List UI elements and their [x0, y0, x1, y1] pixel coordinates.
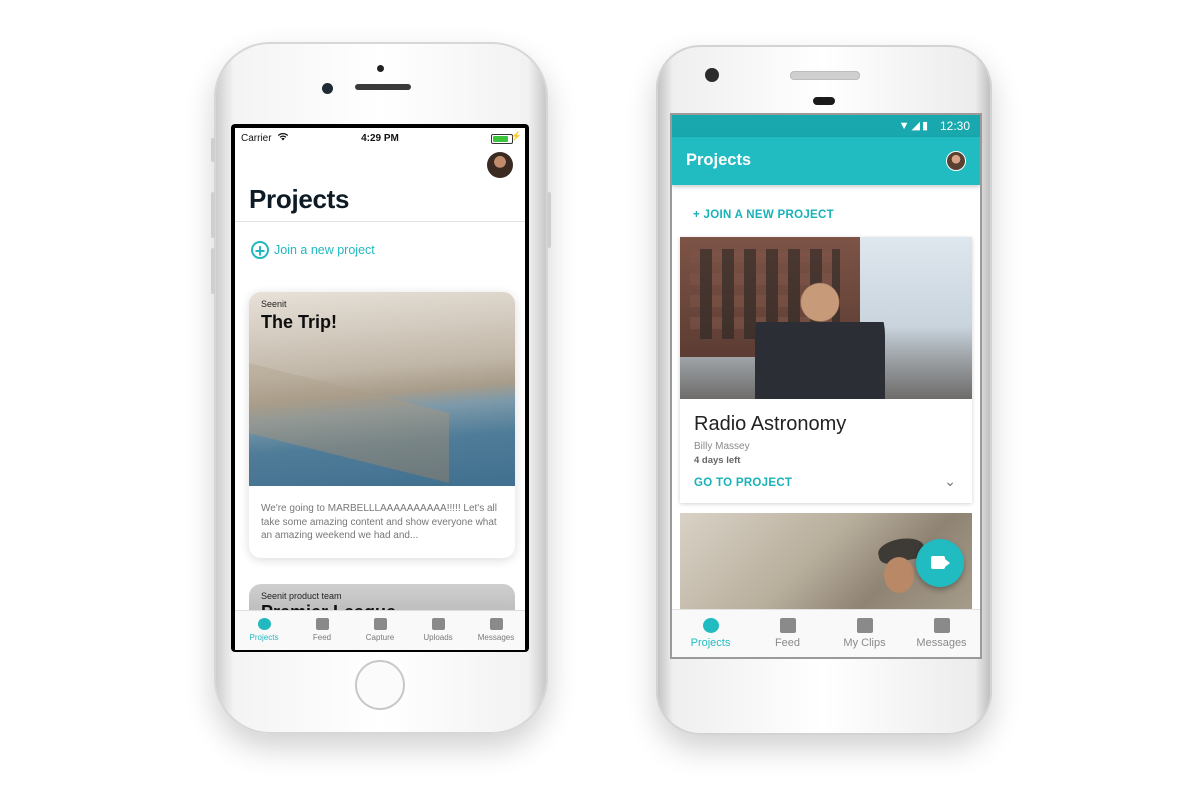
tab-label: Feed [774, 637, 801, 649]
proximity-sensor [377, 65, 384, 72]
iphone-device: Carrier 4:29 PM ⚡ Projects + Join a new … [211, 42, 551, 734]
join-project-label: Join a new project [274, 243, 375, 257]
power-button [547, 192, 551, 248]
volume-up-button [211, 192, 215, 238]
front-camera [322, 83, 333, 94]
clips-icon [856, 618, 873, 633]
go-to-project-button[interactable]: GO TO PROJECT [694, 477, 792, 489]
ios-status-bar: Carrier 4:29 PM ⚡ [235, 128, 525, 148]
battery-level [493, 136, 508, 142]
android-screen: ▼◢▮ 12:30 Projects + JOIN A NEW PROJECT … [670, 113, 982, 659]
seenit-logo-icon [702, 618, 719, 633]
plus-circle-icon: + [251, 241, 269, 260]
video-camera-icon [373, 618, 387, 630]
chevron-down-icon[interactable]: ⌄ [944, 473, 956, 490]
tab-label: My Clips [843, 637, 886, 649]
tab-label: Capture [365, 633, 395, 642]
seenit-logo-icon [257, 618, 271, 630]
tab-feed[interactable]: Feed [749, 610, 826, 657]
charging-icon: ⚡ [510, 131, 522, 141]
home-button[interactable] [355, 660, 405, 710]
video-camera-icon [931, 556, 950, 569]
project-company: Seenit [261, 299, 287, 309]
mute-switch [211, 138, 215, 162]
project-title: The Trip! [261, 312, 337, 332]
tab-label: Messages [916, 637, 967, 649]
tab-capture[interactable]: Capture [351, 611, 409, 650]
project-title: Radio Astronomy [694, 413, 847, 435]
tab-projects[interactable]: Projects [235, 611, 293, 650]
face-shape [884, 557, 914, 593]
tab-label: Uploads [423, 633, 453, 642]
battery-icon [491, 134, 513, 144]
tab-projects[interactable]: Projects [672, 610, 749, 657]
tab-label: Projects [690, 637, 731, 649]
project-card[interactable]: Seenit The Trip! We're going to MARBELLL… [249, 292, 515, 558]
volume-down-button [211, 248, 215, 294]
tab-label: Projects [249, 633, 279, 642]
tab-uploads[interactable]: Uploads [409, 611, 467, 650]
front-camera [705, 68, 719, 82]
status-time: 12:30 [939, 119, 970, 133]
upload-icon [431, 618, 445, 630]
feed-icon [779, 618, 796, 633]
android-status-bar: ▼◢▮ 12:30 [672, 115, 980, 137]
header-divider [235, 221, 525, 222]
earpiece-speaker [790, 71, 860, 80]
app-bar: Projects [672, 137, 980, 185]
tab-label: Messages [477, 633, 515, 642]
profile-avatar[interactable] [946, 151, 966, 171]
person-shape [755, 275, 885, 399]
ios-screen: Carrier 4:29 PM ⚡ Projects + Join a new … [231, 124, 529, 652]
tab-messages[interactable]: Messages [467, 611, 525, 650]
coastline-shape [249, 363, 449, 483]
project-company: Seenit product team [261, 591, 342, 601]
earpiece-speaker [355, 84, 411, 90]
status-time: 4:29 PM [361, 133, 399, 144]
tab-label: Feed [312, 633, 332, 642]
feed-icon [315, 618, 329, 630]
join-project-button[interactable]: + Join a new project [251, 239, 375, 261]
join-project-button[interactable]: + JOIN A NEW PROJECT [693, 209, 834, 221]
chat-bubble-icon [489, 618, 503, 630]
bottom-navigation: Projects Feed My Clips Messages [672, 609, 980, 657]
project-card[interactable]: Radio Astronomy Billy Massey 4 days left… [680, 237, 972, 503]
page-title: Projects [249, 184, 350, 214]
proximity-sensor [813, 97, 835, 105]
signal-battery-icons: ▼◢▮ [898, 120, 930, 132]
project-owner: Billy Massey [694, 441, 750, 452]
ios-app: Carrier 4:29 PM ⚡ Projects + Join a new … [235, 128, 525, 650]
android-device: ▼◢▮ 12:30 Projects + JOIN A NEW PROJECT … [656, 45, 992, 735]
app-bar-title: Projects [686, 151, 752, 169]
project-time-left: 4 days left [694, 455, 741, 466]
tab-my-clips[interactable]: My Clips [826, 610, 903, 657]
project-cover-image [680, 237, 972, 399]
tab-messages[interactable]: Messages [903, 610, 980, 657]
profile-avatar[interactable] [487, 152, 513, 178]
ios-tab-bar: Projects Feed Capture Uploads Messages [235, 610, 525, 650]
project-description: We're going to MARBELLLAAAAAAAAAA!!!!! L… [261, 503, 497, 541]
tab-feed[interactable]: Feed [293, 611, 351, 650]
chat-bubble-icon [933, 618, 950, 633]
capture-fab[interactable] [916, 539, 964, 587]
